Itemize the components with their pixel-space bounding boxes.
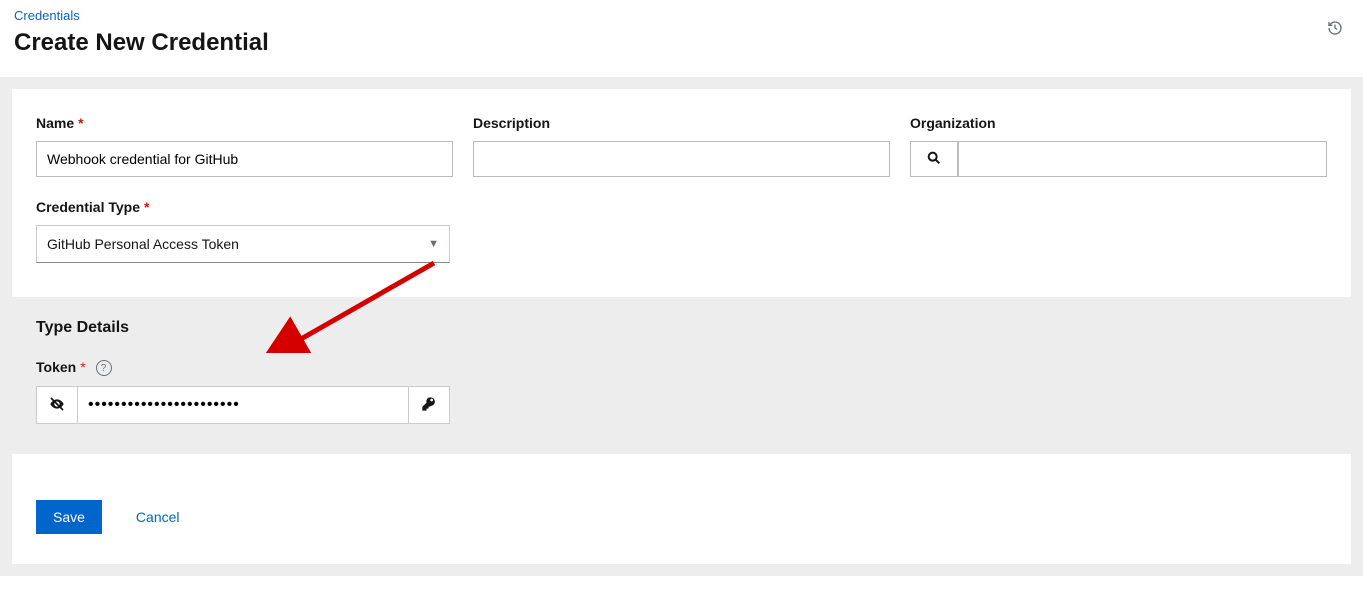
type-details-section: Type Details Token* ? [12, 297, 1351, 454]
form-main: Name* Credential Type* GitHub Personal A… [12, 89, 1351, 297]
key-icon [421, 396, 437, 415]
credential-type-value: GitHub Personal Access Token [47, 236, 239, 252]
token-key-button[interactable] [408, 386, 450, 424]
breadcrumb: Credentials [14, 8, 1349, 23]
token-field: Token* ? [36, 359, 1327, 424]
search-icon [926, 150, 942, 169]
token-input[interactable] [78, 386, 408, 424]
token-label: Token* ? [36, 359, 1327, 376]
col-organization: Organization [910, 115, 1327, 263]
organization-input[interactable] [958, 141, 1327, 177]
credential-type-label: Credential Type* [36, 199, 453, 215]
description-input[interactable] [473, 141, 890, 177]
organization-group [910, 141, 1327, 177]
page-header: Credentials Create New Credential [0, 0, 1363, 77]
credential-type-row: Credential Type* GitHub Personal Access … [36, 199, 453, 263]
help-icon[interactable]: ? [96, 360, 112, 376]
name-input[interactable] [36, 141, 453, 177]
cancel-button[interactable]: Cancel [136, 509, 180, 525]
form-card: Name* Credential Type* GitHub Personal A… [12, 89, 1351, 564]
name-label: Name* [36, 115, 453, 131]
history-icon[interactable] [1327, 20, 1343, 39]
organization-lookup-button[interactable] [910, 141, 958, 177]
required-asterisk: * [78, 115, 83, 131]
form-footer: Save Cancel [12, 454, 1351, 564]
page-title: Create New Credential [14, 29, 1349, 57]
organization-label: Organization [910, 115, 1327, 131]
eye-slash-icon [49, 396, 65, 415]
description-label: Description [473, 115, 890, 131]
col-name: Name* Credential Type* GitHub Personal A… [36, 115, 453, 263]
col-description: Description [473, 115, 890, 263]
type-details-title: Type Details [36, 319, 1327, 337]
toggle-visibility-button[interactable] [36, 386, 78, 424]
breadcrumb-credentials-link[interactable]: Credentials [14, 8, 80, 23]
caret-down-icon: ▼ [428, 238, 439, 250]
content-wrap: Name* Credential Type* GitHub Personal A… [0, 77, 1363, 576]
required-asterisk: * [144, 199, 149, 215]
save-button[interactable]: Save [36, 500, 102, 534]
token-input-group [36, 386, 450, 424]
credential-type-select[interactable]: GitHub Personal Access Token ▼ [36, 225, 450, 263]
required-asterisk: * [80, 359, 85, 375]
